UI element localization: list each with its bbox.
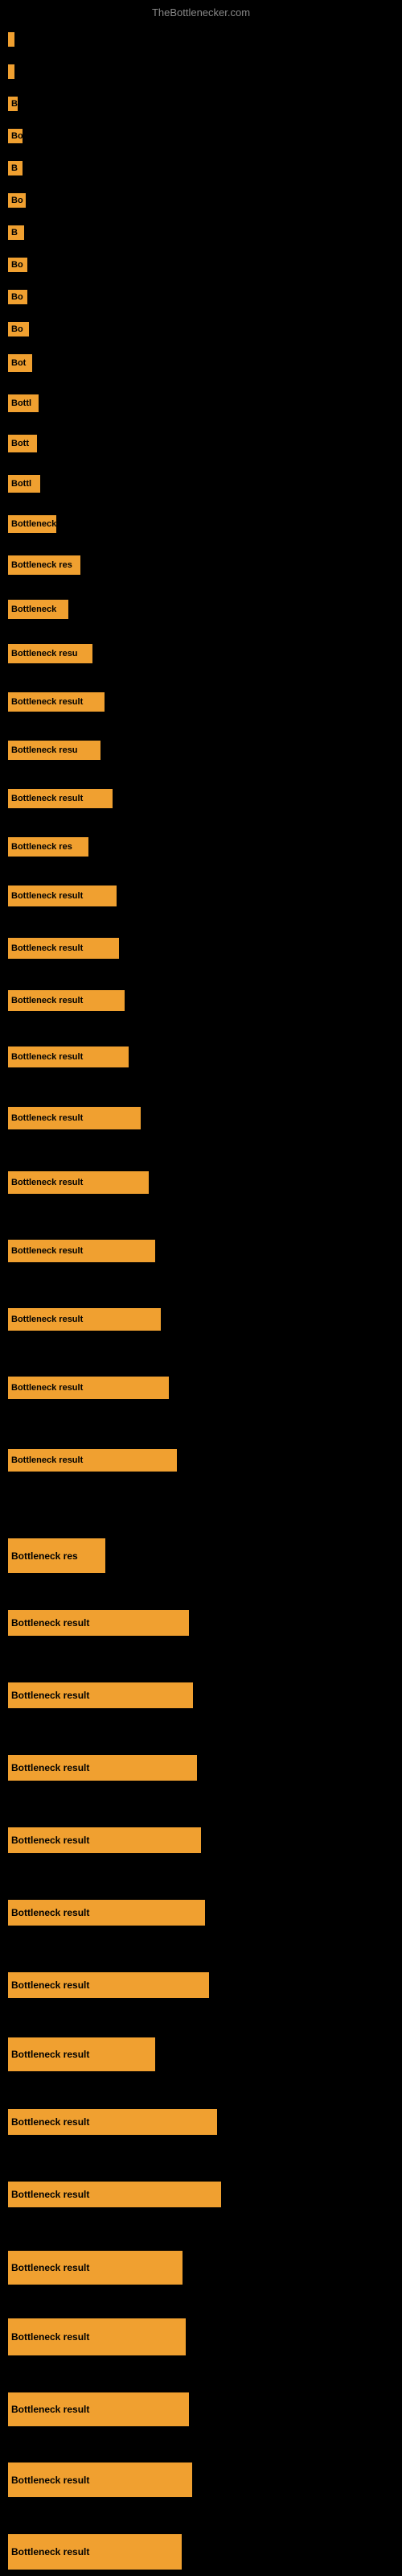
bar-item: Bottleneck result	[8, 1610, 189, 1636]
bar-item	[8, 32, 14, 47]
bar-item: Bottleneck result	[8, 789, 113, 808]
bar-label: Bottleneck result	[8, 2318, 186, 2355]
bar-item: Bottleneck result	[8, 2109, 217, 2135]
bar-item: Bottl	[8, 394, 39, 412]
bar-item: Bottleneck res	[8, 555, 80, 575]
bar-item: Bottleneck result	[8, 1827, 201, 1853]
bar-label: Bottleneck res	[8, 837, 88, 857]
bar-label: Bottleneck resu	[8, 644, 92, 663]
bar-item: Bottleneck result	[8, 1377, 169, 1399]
bar-label: Bottleneck result	[8, 2534, 182, 2570]
bar-item: Bot	[8, 354, 32, 372]
bar-item: B	[8, 161, 23, 175]
bar-item: Bottleneck result	[8, 2182, 221, 2207]
bar-item: Bottleneck resu	[8, 644, 92, 663]
bar-label: Bottleneck result	[8, 2037, 155, 2071]
bar-item: Bottleneck result	[8, 2462, 192, 2497]
bar-label: Bottleneck result	[8, 2109, 217, 2135]
bar-item: Bottleneck	[8, 600, 68, 619]
bar-item: Bottleneck result	[8, 1972, 209, 1998]
bar-label: Bottleneck result	[8, 1827, 201, 1853]
bar-label: Bottleneck result	[8, 1308, 161, 1331]
bar-label: Bottl	[8, 475, 40, 493]
bar-label: Bottleneck res	[8, 555, 80, 575]
bar-item: Bo	[8, 322, 29, 336]
bar-label: Bottleneck result	[8, 2462, 192, 2497]
bar-item: Bo	[8, 290, 27, 304]
bar-label: Bottleneck result	[8, 938, 119, 959]
bar-label: B	[8, 161, 23, 175]
bar-item: Bottleneck result	[8, 1171, 149, 1194]
bar-item: Bottleneck res	[8, 1538, 105, 1573]
bar-item: Bo	[8, 258, 27, 272]
bar-item: Bottleneck result	[8, 1046, 129, 1067]
bar-label	[8, 64, 14, 79]
bar-item: Bottleneck result	[8, 2534, 182, 2570]
bar-label: Bo	[8, 193, 26, 208]
bar-label: Bottleneck result	[8, 1171, 149, 1194]
bar-label: Bottleneck result	[8, 1755, 197, 1781]
bar-label: Bottleneck result	[8, 990, 125, 1011]
bar-item: B	[8, 225, 24, 240]
bar-item: Bottleneck result	[8, 1682, 193, 1708]
bar-item: Bottleneck result	[8, 2392, 189, 2426]
bar-label: Bo	[8, 322, 29, 336]
bar-label: B	[8, 225, 24, 240]
bar-item: B	[8, 97, 18, 111]
bar-item: Bottleneck result	[8, 886, 117, 906]
bar-item: Bottleneck result	[8, 1240, 155, 1262]
bar-label: Bottleneck result	[8, 886, 117, 906]
bar-item: Bo	[8, 129, 23, 143]
site-title: TheBottlenecker.com	[152, 6, 250, 19]
bar-label: Bottleneck result	[8, 1682, 193, 1708]
bar-label: Bottleneck result	[8, 2392, 189, 2426]
bar-label: Bottleneck result	[8, 789, 113, 808]
bar-item	[8, 64, 14, 79]
bar-label: Bottleneck result	[8, 1240, 155, 1262]
bar-label: Bottleneck result	[8, 1610, 189, 1636]
bar-item: Bottleneck result	[8, 1308, 161, 1331]
bar-label: Bott	[8, 435, 37, 452]
bar-label: Bottl	[8, 394, 39, 412]
bar-label: Bottleneck result	[8, 2182, 221, 2207]
bar-label: Bottleneck resu	[8, 741, 100, 760]
bar-item: Bottleneck result	[8, 938, 119, 959]
bar-label: Bottleneck result	[8, 2251, 183, 2285]
bar-item: Bottleneck res	[8, 837, 88, 857]
bar-label: Bottleneck res	[8, 1538, 105, 1573]
bar-label: Bo	[8, 129, 23, 143]
bar-item: Bott	[8, 435, 37, 452]
bar-label: B	[8, 97, 18, 111]
bar-item: Bottleneck result	[8, 692, 105, 712]
bar-item: Bottleneck result	[8, 2318, 186, 2355]
bar-label: Bottleneck	[8, 600, 68, 619]
bar-label: Bottleneck result	[8, 1377, 169, 1399]
bar-item: Bottleneck result	[8, 1449, 177, 1472]
bar-item: Bottleneck result	[8, 1107, 141, 1129]
bar-label: Bottleneck result	[8, 1046, 129, 1067]
bar-item: Bottleneck	[8, 515, 56, 533]
bar-label: Bottleneck result	[8, 1107, 141, 1129]
bar-item: Bottleneck result	[8, 2037, 155, 2071]
bar-label: Bot	[8, 354, 32, 372]
bar-label: Bottleneck result	[8, 692, 105, 712]
bar-item: Bottleneck result	[8, 990, 125, 1011]
bar-item: Bottl	[8, 475, 40, 493]
bar-label: Bottleneck	[8, 515, 56, 533]
bar-label: Bo	[8, 290, 27, 304]
bar-label: Bottleneck result	[8, 1972, 209, 1998]
bar-label: Bottleneck result	[8, 1449, 177, 1472]
bar-label	[8, 32, 14, 47]
bar-label: Bottleneck result	[8, 1900, 205, 1926]
bar-item: Bo	[8, 193, 26, 208]
bar-label: Bo	[8, 258, 27, 272]
bar-item: Bottleneck result	[8, 2251, 183, 2285]
bar-item: Bottleneck result	[8, 1755, 197, 1781]
bar-item: Bottleneck resu	[8, 741, 100, 760]
bar-item: Bottleneck result	[8, 1900, 205, 1926]
